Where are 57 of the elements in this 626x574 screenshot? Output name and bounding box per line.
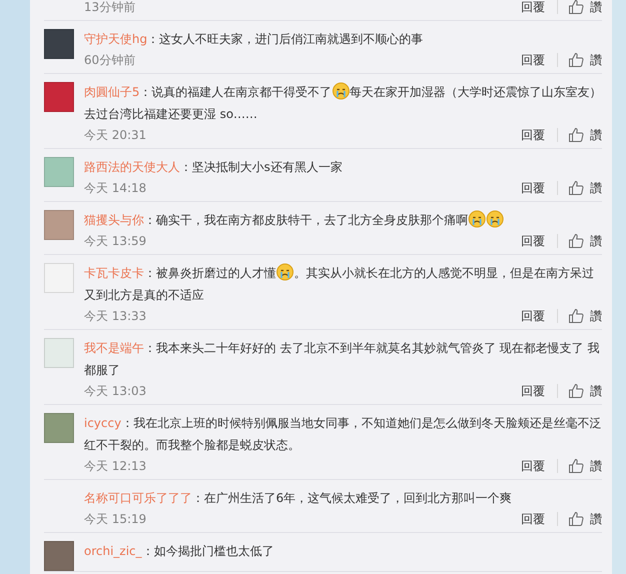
reply-link[interactable]: 回覆 <box>521 0 558 14</box>
thumbs-up-icon <box>568 308 584 324</box>
reply-link[interactable]: 回覆 <box>521 512 558 526</box>
thumbs-up-icon <box>568 233 584 249</box>
comment-text: 猫攫头与你：确实干，我在南方都皮肤特干，去了北方全身皮肤那个痛啊 <box>84 209 602 231</box>
comment-text: 肉圓仙子5：说真的福建人在南京都干得受不了 每天在家开加湿器（大学时还震惊了山东室友）去过台湾比福建还要更湿 so…… <box>84 81 602 125</box>
like-link[interactable]: 讚 <box>558 382 602 400</box>
avatar-photo-placeholder[interactable] <box>44 338 74 368</box>
reply-link[interactable]: 回覆 <box>521 53 558 67</box>
reply-link[interactable]: 回覆 <box>521 181 558 195</box>
reply-link[interactable]: 回覆 <box>521 459 558 473</box>
crying-emoji-icon <box>468 210 486 228</box>
avatar-photo-placeholder[interactable] <box>44 541 74 571</box>
comment-time: 今天 13:33 <box>84 308 148 324</box>
like-link[interactable]: 讚 <box>558 180 602 196</box>
comment-text: 路西法的天使大人：坚决抵制大小s还有黑人一家 <box>84 159 344 176</box>
comment-time: 今天 14:18 <box>84 180 148 196</box>
thumbs-up-icon <box>568 52 584 68</box>
comment-time: 今天 13:03 <box>84 382 148 400</box>
like-link[interactable]: 讚 <box>558 458 602 474</box>
avatar-photo-placeholder[interactable] <box>44 82 74 112</box>
comment-time: 今天 20:31 <box>84 126 148 144</box>
like-link[interactable]: 讚 <box>558 232 602 250</box>
reply-link[interactable]: 回覆 <box>521 384 558 398</box>
thumbs-up-icon <box>568 127 584 143</box>
comment-text: 我不是端午：我本来头二十年好好的 去了北京不到半年就莫名其妙就气管炎了 现在都老慢支了 我都服了 <box>84 340 600 379</box>
crying-emoji-icon <box>486 210 504 228</box>
avatar-photo-placeholder[interactable] <box>44 413 74 443</box>
thumbs-up-icon <box>568 511 584 527</box>
avatar-photo-placeholder[interactable] <box>44 29 74 59</box>
comment-text: 守护天使hg：这女人不旺夫家，进门后俏江南就遇到不顺心的事 <box>84 31 424 48</box>
reply-link[interactable]: 回覆 <box>521 309 558 323</box>
comment-text: icyccy：我在北京上班的时候特别佩服当地女同事，不知道她们是怎么做到冬天脸颊还是丝毫不泛红不干裂的。而我整个脸都是蜕皮状态。 <box>84 415 602 454</box>
thumbs-up-icon <box>568 0 584 15</box>
comment-time: 今天 13:59 <box>84 232 148 250</box>
like-link[interactable]: 讚 <box>558 510 602 528</box>
comment-time: 13分钟前 <box>84 0 136 16</box>
like-link[interactable]: 讚 <box>558 52 602 68</box>
like-link[interactable]: 讚 <box>558 308 602 324</box>
thumbs-up-icon <box>568 383 584 399</box>
comment-time: 今天 15:19 <box>84 510 148 528</box>
avatar-photo-placeholder[interactable] <box>44 210 74 240</box>
like-link[interactable]: 讚 <box>558 0 602 16</box>
comment-text: 卡瓦卡皮卡：被鼻炎折磨过的人才懂 。其实从小就长在北方的人感觉不明显，但是在南方呆过又到北方是真的不适应 <box>84 262 602 306</box>
reply-link[interactable]: 回覆 <box>521 234 558 248</box>
reply-link[interactable]: 回覆 <box>521 128 558 142</box>
crying-emoji-icon <box>276 263 294 281</box>
thumbs-up-icon <box>568 180 584 196</box>
comment-time: 60分钟前 <box>84 52 136 68</box>
avatar-photo-placeholder[interactable] <box>44 157 74 187</box>
comment-time: 今天 12:13 <box>84 458 148 474</box>
comment-text: 名称可口可乐了了了：在广州生活了6年，这气候太难受了，回到北方那叫一个爽 <box>84 490 513 507</box>
avatar-photo-placeholder[interactable] <box>44 263 74 293</box>
crying-emoji-icon <box>332 82 350 100</box>
like-link[interactable]: 讚 <box>558 126 602 144</box>
thumbs-up-icon <box>568 458 584 474</box>
comment-text: orchi_zic_：如今揭批门槛也太低了 <box>84 543 275 560</box>
